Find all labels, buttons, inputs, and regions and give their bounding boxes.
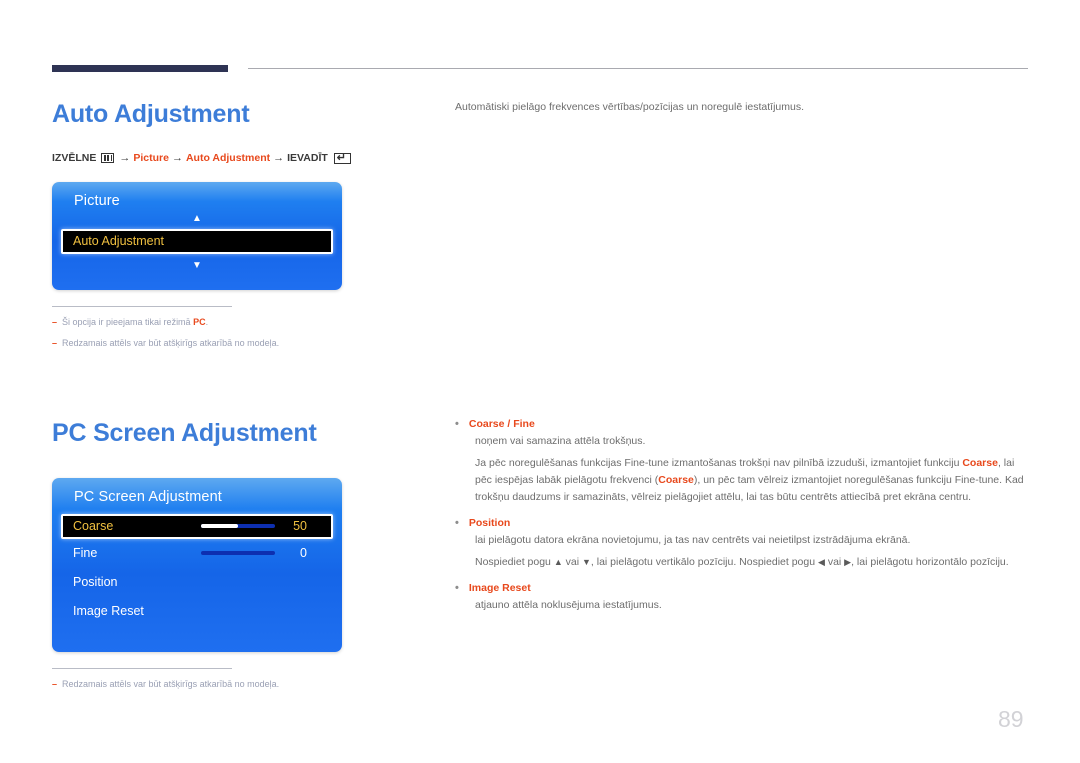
- breadcrumb-arrow-3: →: [273, 152, 285, 164]
- footnote-dash: –: [52, 337, 58, 348]
- footnote-item: – Redzamais attēls var būt atšķirīgs atk…: [52, 337, 352, 351]
- chevron-down-icon[interactable]: ▼: [52, 260, 342, 273]
- bullet-dot-icon: •: [455, 418, 459, 430]
- osd-row-value: 50: [293, 519, 307, 533]
- fine-slider[interactable]: [201, 551, 275, 555]
- page-title-pc-screen-adjustment: PC Screen Adjustment: [52, 419, 317, 447]
- bullet-paragraph: lai pielāgotu datora ekrāna novietojumu,…: [475, 534, 911, 546]
- footnote-item: – Redzamais attēls var būt atšķirīgs atk…: [52, 678, 352, 692]
- bullet-paragraph: Nospiediet pogu ▲ vai ▼, lai pielāgotu v…: [475, 556, 1009, 568]
- page-number: 89: [998, 706, 1024, 732]
- bullet-coarse-fine: • Coarse / Fine noņem vai samazina attēl…: [455, 418, 1027, 506]
- bullet-paragraph: atjauno attēla noklusējuma iestatījumus.: [475, 599, 662, 611]
- osd-pc-screen-adjustment-menu: PC Screen Adjustment Coarse 50 Fine 0 Po…: [52, 478, 342, 652]
- footnote-divider: [52, 668, 232, 669]
- bullet-paragraph: Ja pēc noregulēšanas funkcijas Fine-tune…: [475, 457, 1024, 503]
- bullet-image-reset: • Image Reset atjauno attēla noklusējuma…: [455, 582, 1027, 614]
- breadcrumb-step-auto-adjustment[interactable]: Auto Adjustment: [186, 152, 270, 164]
- bullet-heading-text: Position: [468, 517, 511, 529]
- osd-row-position[interactable]: Position: [52, 568, 342, 597]
- enter-key-icon: [333, 151, 351, 164]
- bullet-heading: • Coarse / Fine: [455, 418, 1027, 430]
- breadcrumb-arrow-2: →: [171, 152, 183, 164]
- osd-title-pc-screen-adjustment: PC Screen Adjustment: [74, 489, 222, 505]
- osd-row-fine[interactable]: Fine 0: [52, 539, 342, 568]
- osd-slider-wrap: 0: [97, 546, 321, 560]
- osd-row-label: Position: [73, 575, 118, 589]
- osd-row-label: Fine: [73, 546, 98, 560]
- page-title-auto-adjustment: Auto Adjustment: [52, 100, 250, 128]
- bullet-body: atjauno attēla noklusējuma iestatījumus.: [475, 597, 1027, 614]
- footnotes-pc-screen-adjustment: – Redzamais attēls var būt atšķirīgs atk…: [52, 668, 352, 699]
- breadcrumb: IZVĒLNE → Picture → Auto Adjustment → IE…: [52, 151, 351, 164]
- header-rule-thick: [52, 65, 228, 72]
- osd-row-auto-adjustment[interactable]: Auto Adjustment: [61, 228, 333, 254]
- breadcrumb-suffix: IEVADĪT: [287, 152, 328, 164]
- footnote-text: Redzamais attēls var būt atšķirīgs atkar…: [62, 679, 280, 689]
- osd-row-coarse[interactable]: Coarse 50: [61, 513, 333, 539]
- bullet-heading: • Image Reset: [455, 582, 1027, 594]
- bullet-dot-icon: •: [455, 582, 459, 594]
- bullet-dot-icon: •: [455, 517, 459, 529]
- bullet-paragraph: noņem vai samazina attēla trokšņus.: [475, 435, 646, 447]
- header-rule-thin: [248, 68, 1028, 69]
- bullet-list: • Coarse / Fine noņem vai samazina attēl…: [455, 418, 1027, 625]
- osd-picture-menu: Picture ▲ Auto Adjustment ▼: [52, 182, 342, 290]
- footnote-dash: –: [52, 679, 58, 689]
- menu-icon: [101, 153, 115, 163]
- footnote-text: Redzamais attēls var būt atšķirīgs atkar…: [62, 337, 280, 348]
- osd-row-label: Coarse: [73, 519, 114, 533]
- bullet-body: noņem vai samazina attēla trokšņus. Ja p…: [475, 433, 1027, 506]
- breadcrumb-prefix: IZVĒLNE: [52, 152, 97, 164]
- bullet-heading-text: Image Reset: [468, 582, 531, 594]
- bullet-position: • Position lai pielāgotu datora ekrāna n…: [455, 517, 1027, 571]
- chevron-up-icon[interactable]: ▲: [52, 213, 342, 226]
- bullet-body: lai pielāgotu datora ekrāna novietojumu,…: [475, 532, 1027, 571]
- osd-row-image-reset[interactable]: Image Reset: [52, 597, 342, 626]
- bullet-heading: • Position: [455, 517, 1027, 529]
- osd-title-picture: Picture: [74, 193, 120, 209]
- footnotes-auto-adjustment: – Ši opcija ir pieejama tikai režimā PC.…: [52, 306, 352, 357]
- osd-row-label: Auto Adjustment: [73, 234, 165, 248]
- manual-page: Auto Adjustment IZVĒLNE → Picture → Auto…: [0, 0, 1080, 763]
- footnote-item: – Ši opcija ir pieejama tikai režimā PC.: [52, 316, 352, 330]
- osd-row-value: 0: [300, 546, 307, 560]
- breadcrumb-step-picture[interactable]: Picture: [133, 152, 169, 164]
- breadcrumb-arrow-1: →: [119, 152, 131, 164]
- bullet-heading-text: Coarse / Fine: [468, 418, 535, 430]
- osd-slider-wrap: 50: [113, 519, 321, 533]
- footnote-text: Ši opcija ir pieejama tikai režimā PC.: [62, 317, 209, 327]
- footnote-dash: –: [52, 317, 58, 327]
- osd-row-label: Image Reset: [73, 604, 144, 618]
- auto-adjustment-description: Automātiski pielāgo frekvences vērtības/…: [455, 101, 805, 113]
- coarse-slider[interactable]: [201, 524, 275, 528]
- footnote-divider: [52, 306, 232, 307]
